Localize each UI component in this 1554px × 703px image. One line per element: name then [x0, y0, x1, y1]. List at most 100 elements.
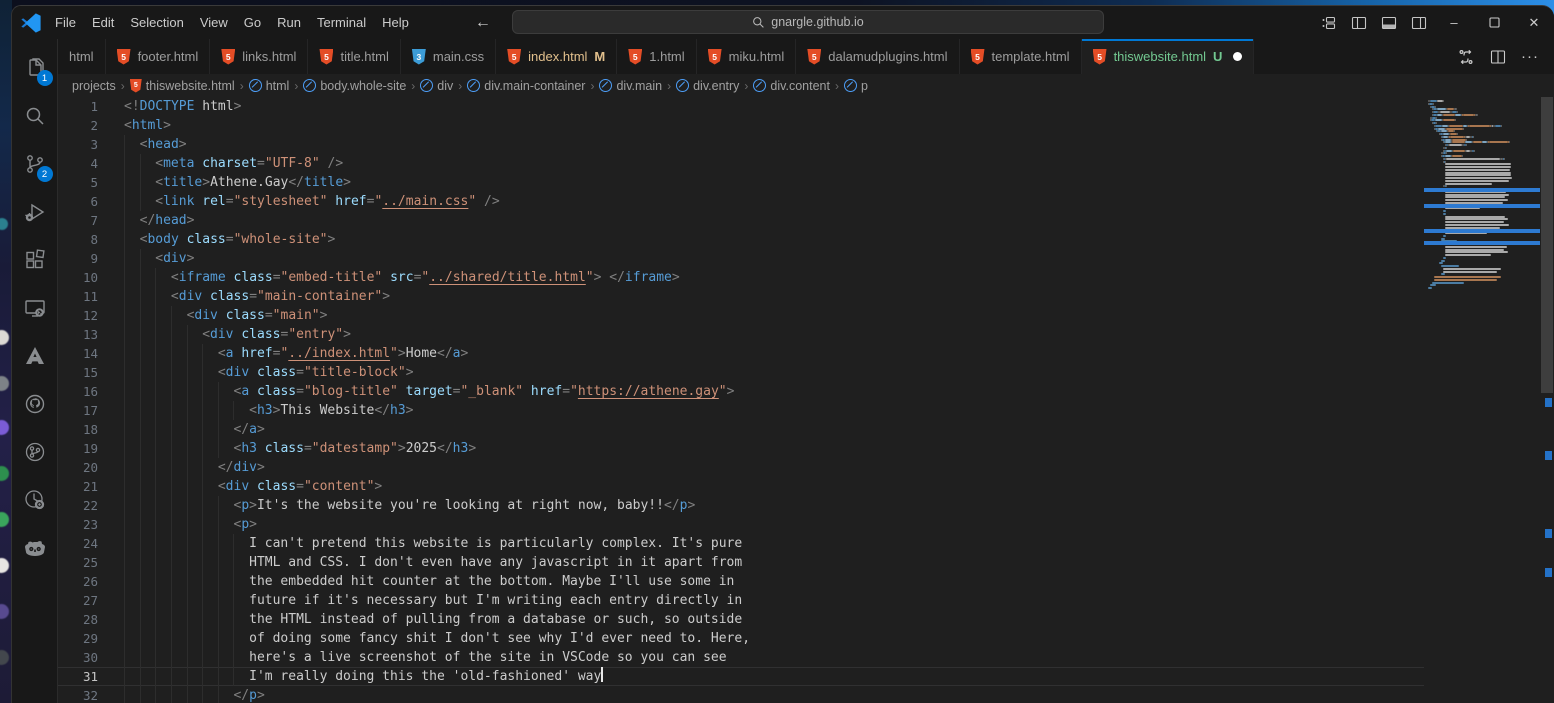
code-line[interactable]: 30here's a live screenshot of the site i… [58, 648, 1424, 667]
tab-html[interactable]: html [58, 39, 106, 74]
code-line[interactable]: 32</p> [58, 686, 1424, 703]
code-line[interactable]: 24I can't pretend this website is partic… [58, 534, 1424, 553]
line-content: <title>Athene.Gay</title> [124, 173, 1424, 192]
menu-help[interactable]: Help [374, 12, 417, 33]
more-actions-icon[interactable]: ··· [1516, 45, 1544, 69]
tab-main.css[interactable]: 3main.css [401, 39, 496, 74]
tab-label: thiswebsite.html [1114, 49, 1206, 64]
overview-ruler-mark [1545, 568, 1552, 577]
scrollbar-thumb[interactable] [1541, 97, 1553, 393]
code-line[interactable]: 21<div class="content"> [58, 477, 1424, 496]
code-line[interactable]: 3<head> [58, 135, 1424, 154]
back-button[interactable]: ← [475, 14, 491, 32]
code-line[interactable]: 12<div class="main"> [58, 306, 1424, 325]
tab-miku.html[interactable]: 5miku.html [697, 39, 797, 74]
code-line[interactable]: 15<div class="title-block"> [58, 363, 1424, 382]
code-line[interactable]: 10<iframe class="embed-title" src="../sh… [58, 268, 1424, 287]
toggle-panel-icon[interactable] [1374, 11, 1404, 35]
code-line[interactable]: 1<!DOCTYPE html> [58, 97, 1424, 116]
breadcrumb-item[interactable]: div [420, 79, 453, 93]
breadcrumb-item[interactable]: div.content [753, 79, 830, 93]
code-line[interactable]: 8<body class="whole-site"> [58, 230, 1424, 249]
code-line[interactable]: 2<html> [58, 116, 1424, 135]
activity-extensions-icon[interactable] [12, 237, 58, 283]
breadcrumb-item[interactable]: html [249, 79, 290, 93]
code-line[interactable]: 7</head> [58, 211, 1424, 230]
breadcrumb-item[interactable]: div.main-container [467, 79, 585, 93]
menu-file[interactable]: File [47, 12, 84, 33]
code-line[interactable]: 25HTML and CSS. I don't even have any ja… [58, 553, 1424, 572]
activity-git-graph-icon[interactable] [12, 429, 58, 475]
symbol-element-icon [599, 79, 612, 92]
activity-explorer-icon[interactable]: 1 [12, 45, 58, 91]
code-line[interactable]: 22<p>It's the website you're looking at … [58, 496, 1424, 515]
activity-source-control-icon[interactable]: 2 [12, 141, 58, 187]
tab-dalamudplugins.html[interactable]: 5dalamudplugins.html [796, 39, 959, 74]
menu-run[interactable]: Run [269, 12, 309, 33]
line-number: 22 [58, 496, 98, 515]
code-line[interactable]: 5<title>Athene.Gay</title> [58, 173, 1424, 192]
tab-label: links.html [242, 49, 296, 64]
code-line[interactable]: 23<p> [58, 515, 1424, 534]
code-line[interactable]: 4<meta charset="UTF-8" /> [58, 154, 1424, 173]
tab-links.html[interactable]: 5links.html [210, 39, 308, 74]
vertical-scrollbar[interactable] [1540, 97, 1554, 703]
minimap[interactable] [1424, 97, 1540, 703]
breadcrumb-item[interactable]: div.entry [676, 79, 739, 93]
breadcrumb-item[interactable]: body.whole-site [303, 79, 406, 93]
activity-github-icon[interactable] [12, 381, 58, 427]
breadcrumb-item[interactable]: div.main [599, 79, 662, 93]
menu-view[interactable]: View [192, 12, 236, 33]
unsaved-dot-icon[interactable] [1233, 52, 1242, 61]
activity-gitlens-icon[interactable] [12, 477, 58, 523]
activity-a-logo-icon[interactable] [12, 333, 58, 379]
activity-remote-explorer-icon[interactable] [12, 285, 58, 331]
menu-edit[interactable]: Edit [84, 12, 122, 33]
menu-terminal[interactable]: Terminal [309, 12, 374, 33]
code-line[interactable]: 17<h3>This Website</h3> [58, 401, 1424, 420]
line-number: 32 [58, 686, 98, 703]
code-line[interactable]: 19<h3 class="datestamp">2025</h3> [58, 439, 1424, 458]
toggle-secondary-sidebar-icon[interactable] [1404, 11, 1434, 35]
tab-index.html[interactable]: 5index.htmlM [496, 39, 617, 74]
code-line[interactable]: 18</a> [58, 420, 1424, 439]
menu-go[interactable]: Go [236, 12, 269, 33]
code-line[interactable]: 28the HTML instead of pulling from a dat… [58, 610, 1424, 629]
tab-1.html[interactable]: 51.html [617, 39, 696, 74]
code-line[interactable]: 31I'm really doing this the 'old-fashion… [58, 667, 1424, 686]
code-line[interactable]: 27future if it's necessary but I'm writi… [58, 591, 1424, 610]
tab-template.html[interactable]: 5template.html [960, 39, 1082, 74]
breadcrumb-item[interactable]: projects [72, 79, 116, 93]
breadcrumb-file[interactable]: 5thiswebsite.html [130, 79, 235, 93]
code-line[interactable]: 26the embedded hit counter at the bottom… [58, 572, 1424, 591]
line-content: <a class="blog-title" target="_blank" hr… [124, 382, 1424, 401]
tab-title.html[interactable]: 5title.html [308, 39, 400, 74]
command-center-search[interactable]: gnargle.github.io [512, 10, 1104, 34]
maximize-button[interactable] [1474, 6, 1514, 39]
code-editor[interactable]: 1<!DOCTYPE html>2<html>3<head>4<meta cha… [58, 97, 1554, 703]
code-line[interactable]: 11<div class="main-container"> [58, 287, 1424, 306]
menu-selection[interactable]: Selection [122, 12, 191, 33]
minimap-highlight-bar [1424, 241, 1540, 245]
code-line[interactable]: 16<a class="blog-title" target="_blank" … [58, 382, 1424, 401]
code-line[interactable]: 9<div> [58, 249, 1424, 268]
close-button[interactable]: ✕ [1514, 6, 1554, 39]
minimize-button[interactable]: – [1434, 6, 1474, 39]
code-line[interactable]: 29of doing some fancy shit I don't see w… [58, 629, 1424, 648]
symbol-element-icon [467, 79, 480, 92]
customize-layout-icon[interactable] [1314, 11, 1344, 35]
activity-godot-icon[interactable] [12, 525, 58, 571]
code-line[interactable]: 20</div> [58, 458, 1424, 477]
activity-search-icon[interactable] [12, 93, 58, 139]
split-editor-icon[interactable] [1484, 45, 1512, 69]
toggle-primary-sidebar-icon[interactable] [1344, 11, 1374, 35]
code-line[interactable]: 6<link rel="stylesheet" href="../main.cs… [58, 192, 1424, 211]
code-area[interactable]: 1<!DOCTYPE html>2<html>3<head>4<meta cha… [58, 97, 1424, 703]
code-line[interactable]: 13<div class="entry"> [58, 325, 1424, 344]
breadcrumb-item[interactable]: p [844, 79, 868, 93]
activity-run-debug-icon[interactable] [12, 189, 58, 235]
tab-footer.html[interactable]: 5footer.html [106, 39, 211, 74]
code-line[interactable]: 14<a href="../index.html">Home</a> [58, 344, 1424, 363]
tab-thiswebsite.html[interactable]: 5thiswebsite.htmlU [1082, 39, 1255, 74]
open-changes-icon[interactable] [1452, 45, 1480, 69]
